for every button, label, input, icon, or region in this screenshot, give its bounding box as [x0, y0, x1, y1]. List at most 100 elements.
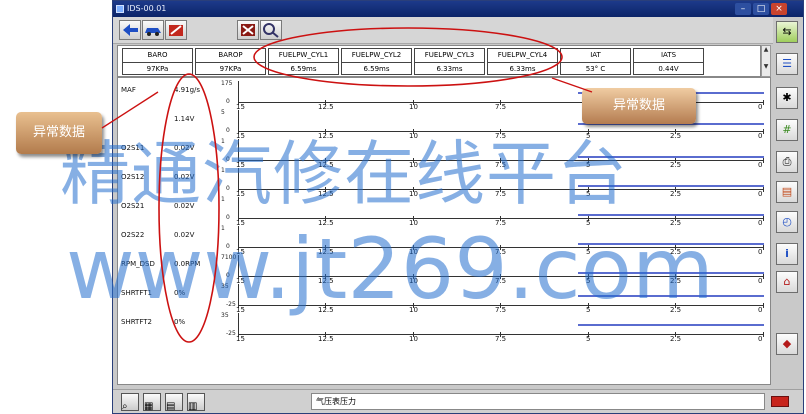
graph-icon: ▥: [188, 401, 198, 412]
y-max-label: 35: [221, 312, 229, 319]
header-scrollbar[interactable]: ▲ ▼: [761, 45, 771, 77]
timer-button[interactable]: ◴: [776, 211, 798, 233]
graph-pid-name: O2S22: [121, 231, 145, 239]
data-trace: [578, 272, 764, 274]
data-trace: [578, 185, 764, 187]
pid-cell[interactable]: BAROP 97KPa: [195, 48, 266, 75]
y-max-label: 1: [221, 167, 225, 174]
graph-pid-value: 0.02V: [174, 231, 195, 239]
close-button[interactable]: ×: [771, 3, 787, 15]
graph-pid-name: SHRTFT2: [121, 318, 152, 326]
x-tick: [763, 158, 764, 163]
pid-cell[interactable]: FUELPW_CYL2 6.59ms: [341, 48, 412, 75]
x-tick: [763, 303, 764, 308]
vehicle-info-button[interactable]: ✱: [776, 87, 798, 109]
print-button[interactable]: ⎙: [776, 151, 798, 173]
x-tick-label: 12.5: [318, 335, 334, 343]
x-tick-label: 2.5: [670, 335, 682, 343]
graph-pid-name: RPM_DSD: [121, 260, 155, 268]
clear-icon: [241, 24, 255, 36]
info-button[interactable]: i: [776, 243, 798, 265]
clear-button[interactable]: [237, 20, 259, 40]
vehicle-icon: ✱: [782, 91, 792, 104]
y-max-label: 35: [221, 283, 229, 290]
tools-icon: [169, 25, 183, 36]
maximize-button[interactable]: □: [753, 3, 769, 15]
graph-row[interactable]: SHRTFT2 0% 35 -25 15 12.5 10 7.5 5 2.5 0: [118, 312, 770, 343]
exit-button[interactable]: ◆: [776, 333, 798, 355]
graph-row[interactable]: SHRTFT1 0% 35 -25 15 12.5 10 7.5 5 2.5 0: [118, 283, 770, 314]
y-max-label: 7100: [221, 254, 237, 261]
minimize-button[interactable]: –: [735, 3, 751, 15]
window-button[interactable]: ▤: [776, 181, 798, 203]
y-min-label: 0: [226, 98, 230, 105]
title-bar: IDS-00.01 – □ ×: [113, 1, 803, 17]
y-min-label: -25: [226, 330, 236, 337]
pid-name: IAT: [561, 49, 630, 63]
list-icon: ☰: [782, 57, 792, 70]
x-tick: [763, 187, 764, 192]
toolbar: [113, 17, 803, 44]
x-tick: [763, 245, 764, 250]
data-trace: [578, 324, 764, 326]
back-button[interactable]: [119, 20, 141, 40]
pid-name: FUELPW_CYL3: [415, 49, 484, 63]
x-tick: [763, 100, 764, 105]
table-view-button[interactable]: ▤: [165, 393, 183, 412]
list-view-button[interactable]: ☰: [776, 53, 798, 75]
graph-view-button[interactable]: ▥: [187, 393, 205, 412]
pid-cell[interactable]: FUELPW_CYL1 6.59ms: [268, 48, 339, 75]
print-icon: ⎙: [782, 155, 792, 168]
graph-row[interactable]: O2S21 0.02V 1 0 15 12.5 10 7.5 5 2.5 0: [118, 196, 770, 227]
graph-row[interactable]: O2S11 0.02V 1 0 15 12.5 10 7.5 5 2.5 0: [118, 138, 770, 169]
x-tick-label: 10: [409, 335, 418, 343]
pid-cell[interactable]: IATS 0.44V: [633, 48, 704, 75]
x-tick-label: 5: [586, 335, 591, 343]
y-max-label: 5: [221, 109, 225, 116]
freeze-button[interactable]: ▦: [143, 393, 161, 412]
vehicle-button[interactable]: [142, 20, 164, 40]
graph-pid-value: 0%: [174, 289, 186, 297]
home-button[interactable]: ⌂: [776, 271, 798, 293]
graph-pid-value: 4.91g/s: [174, 86, 201, 94]
x-tick-label: 15: [236, 335, 245, 343]
graph-row[interactable]: RPM_DSD 0.0RPM 7100 0 15 12.5 10 7.5 5 2…: [118, 254, 770, 285]
y-min-label: 0: [226, 243, 230, 250]
pid-value: 6.59ms: [290, 65, 317, 73]
graph-row[interactable]: O2S22 0.02V 1 0 15 12.5 10 7.5 5 2.5 0: [118, 225, 770, 256]
pid-name: FUELPW_CYL2: [342, 49, 411, 63]
zoom-button[interactable]: ⌕: [121, 393, 139, 412]
y-max-label: 1: [221, 225, 225, 232]
graph-pid-name: SHRTFT1: [121, 289, 152, 297]
display-toggle-button[interactable]: ⇆: [776, 21, 798, 43]
pid-name: FUELPW_CYL1: [269, 49, 338, 63]
y-min-label: -25: [226, 301, 236, 308]
ids-window: IDS-00.01 – □ × BARO 97KPa BAROP 97KPa FUE…: [112, 0, 804, 414]
window-title: IDS-00.01: [127, 4, 167, 13]
table-icon: ▤: [166, 401, 176, 412]
graph-pid-name: O2S11: [121, 144, 145, 152]
grid-button[interactable]: #: [776, 119, 798, 141]
x-tick: [763, 129, 764, 134]
y-min-label: 0: [226, 214, 230, 221]
x-tick: [763, 216, 764, 221]
pid-cell[interactable]: BARO 97KPa: [122, 48, 193, 75]
pid-cell[interactable]: FUELPW_CYL4 6.33ms: [487, 48, 558, 75]
pid-cell[interactable]: IAT 53° C: [560, 48, 631, 75]
pid-value: 53° C: [585, 65, 606, 73]
battery-icon: [771, 396, 789, 407]
home-icon: ⌂: [783, 275, 791, 288]
scroll-down-icon[interactable]: ▼: [762, 63, 770, 70]
pid-value: 6.33ms: [436, 65, 463, 73]
pid-cell[interactable]: FUELPW_CYL3 6.33ms: [414, 48, 485, 75]
tools-button[interactable]: [165, 20, 187, 40]
data-trace: [578, 295, 764, 297]
y-max-label: 1: [221, 196, 225, 203]
pid-value: 97KPa: [146, 65, 169, 73]
info-icon: i: [785, 247, 789, 260]
magnifier-icon: ⌕: [122, 401, 128, 412]
search-button[interactable]: [260, 20, 282, 40]
scroll-up-icon[interactable]: ▲: [762, 46, 770, 53]
graph-row[interactable]: O2S12 0.02V 1 0 15 12.5 10 7.5 5 2.5 0: [118, 167, 770, 198]
y-max-label: 175: [221, 80, 233, 87]
